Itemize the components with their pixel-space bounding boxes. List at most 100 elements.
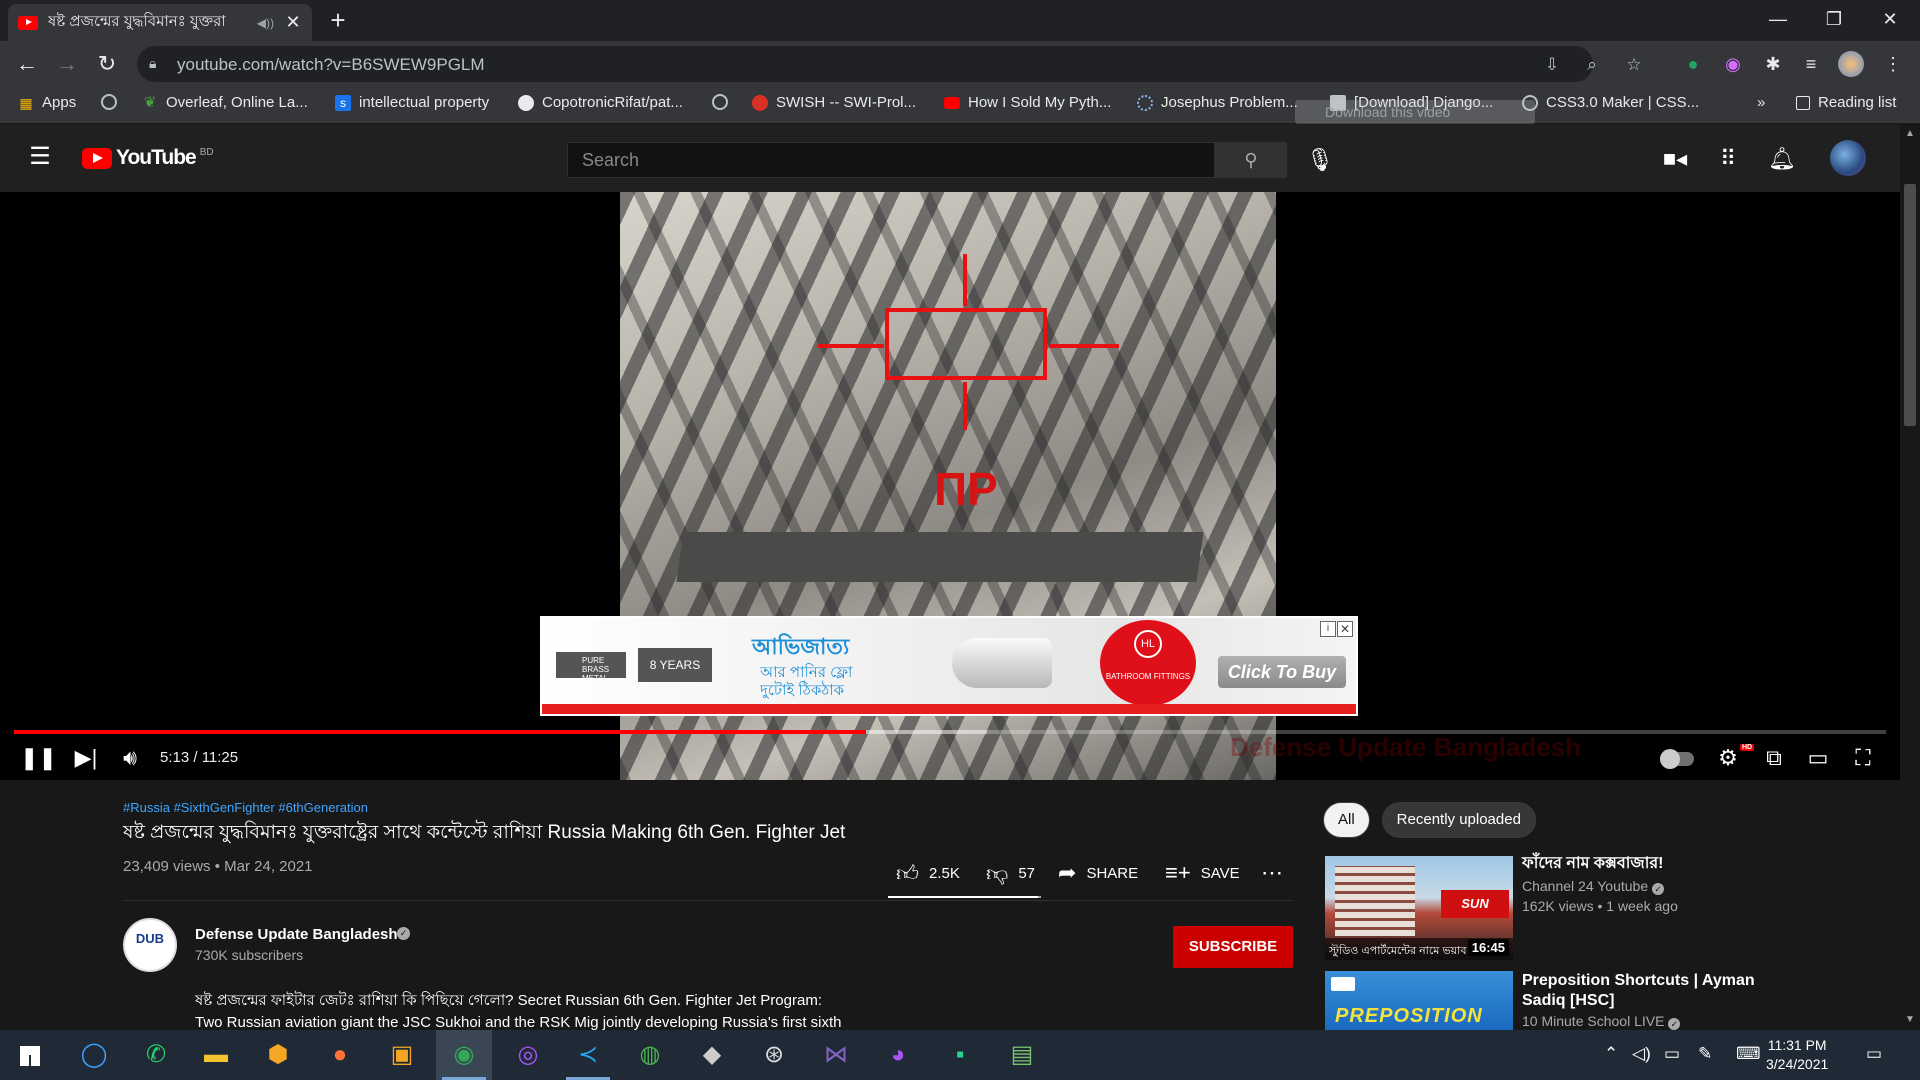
restore-button[interactable]: ❐ [1806, 0, 1862, 38]
notifications-bell-icon[interactable]: 🔔︎ [1767, 144, 1797, 174]
pause-icon[interactable]: ❚❚ [20, 740, 57, 776]
close-window-button[interactable]: ✕ [1862, 0, 1918, 38]
media-control-icon[interactable]: ≡ [1798, 51, 1824, 77]
recommendation-item[interactable]: SUN স্টুডিও এপার্টমেন্টের নামে ভয়াব 16:… [1325, 854, 1880, 960]
video-thumbnail[interactable]: SUN স্টুডিও এপার্টমেন্টের নামে ভয়াব 16:… [1325, 856, 1513, 960]
bookmark-github[interactable]: CopotronicRifat/pat... [518, 94, 683, 111]
video-thumbnail[interactable]: PREPOSITION [1325, 971, 1513, 1030]
anaconda-icon[interactable]: ⊛ [746, 1030, 802, 1080]
keyboard-tray-icon[interactable]: ⌨ [1736, 1044, 1761, 1064]
video-player[interactable]: ПР Defense Update Bangladesh PURE BRASS … [0, 192, 1900, 780]
grammarly-extension-icon[interactable]: ● [1680, 51, 1706, 77]
firefox-icon[interactable]: ● [312, 1030, 368, 1080]
bookmark-css3-maker[interactable]: CSS3.0 Maker | CSS... [1522, 94, 1699, 111]
overlay-ad[interactable]: PURE BRASS METAL 8 YEARS আভিজাত্য আর পান… [540, 616, 1358, 716]
bookmark-apps[interactable]: ▦ Apps [18, 94, 76, 111]
ad-click-to-buy-button[interactable]: Click To Buy [1218, 656, 1346, 688]
bookmark-overleaf[interactable]: ❦ Overleaf, Online La... [142, 94, 308, 111]
scrollbar-thumb[interactable] [1904, 184, 1916, 426]
theater-mode-icon[interactable]: ▭ [1800, 740, 1836, 776]
app-icon[interactable]: ◆ [684, 1030, 740, 1080]
video-hashtags[interactable]: #Russia #SixthGenFighter #6thGeneration [123, 800, 368, 815]
dislike-button[interactable]: 👎︎ 57 [986, 860, 1035, 887]
app-shield-icon[interactable]: ⬢ [250, 1030, 306, 1080]
next-video-icon[interactable]: ▶| [68, 740, 104, 776]
guide-menu-icon[interactable]: ☰ [26, 145, 54, 170]
bookmark-star-icon[interactable]: ☆ [1621, 52, 1647, 78]
account-avatar[interactable] [1830, 140, 1866, 176]
globe-app-icon[interactable]: ◍ [622, 1030, 678, 1080]
like-button[interactable]: 👍︎ 2.5K [896, 860, 960, 887]
bookmark-globe-2[interactable] [712, 94, 728, 110]
voice-search-mic-icon[interactable]: 🎙︎ [1300, 140, 1340, 180]
zoom-icon[interactable]: ⌕ [1579, 52, 1605, 78]
share-button[interactable]: ➦ SHARE [1058, 860, 1138, 886]
subscribe-button[interactable]: SUBSCRIBE [1173, 926, 1293, 968]
new-tab-button[interactable]: + [324, 6, 352, 34]
install-app-icon[interactable]: ⇩ [1539, 52, 1565, 78]
bookmark-swish[interactable]: SWISH -- SWI-Prol... [752, 94, 916, 111]
recommendation-channel[interactable]: 10 Minute School LIVE ✓ [1522, 1013, 1681, 1030]
menu-kebab-icon[interactable]: ⋮ [1880, 51, 1906, 77]
forward-arrow-icon[interactable]: → [52, 49, 82, 79]
extensions-puzzle-icon[interactable]: ✱ [1760, 51, 1786, 77]
audio-playing-icon[interactable]: ◀)) [257, 16, 274, 30]
scroll-down-arrow-icon[interactable]: ▼ [1905, 1014, 1915, 1025]
extension-icon[interactable]: ◉ [1720, 51, 1746, 77]
search-input[interactable] [568, 143, 1214, 177]
pen-tray-icon[interactable]: ✎ [1698, 1044, 1712, 1064]
reload-icon[interactable]: ↻ [92, 49, 122, 79]
progress-bar[interactable] [14, 730, 1886, 734]
ad-close-icon[interactable]: ✕ [1337, 621, 1353, 637]
save-button[interactable]: ≡+ SAVE [1165, 860, 1240, 886]
download-video-overlay[interactable]: Download this video [1295, 100, 1535, 124]
pycharm-icon[interactable]: ▪ [932, 1030, 988, 1080]
tab-close-icon[interactable]: ✕ [284, 12, 302, 33]
office-app-icon[interactable]: ▣ [374, 1030, 430, 1080]
scroll-up-arrow-icon[interactable]: ▲ [1905, 128, 1915, 139]
recommendation-title[interactable]: Preposition Shortcuts | Ayman Sadiq [HSC… [1522, 971, 1762, 1011]
system-clock[interactable]: 11:31 PM 3/24/2021 [1766, 1036, 1828, 1074]
volume-tray-icon[interactable]: ◁) [1632, 1044, 1651, 1064]
profile-avatar[interactable] [1838, 51, 1864, 77]
vscode-icon[interactable]: ≺ [560, 1030, 616, 1080]
cortana-search-icon[interactable]: ◯ [66, 1030, 122, 1080]
miniplayer-icon[interactable]: ⧉ [1756, 740, 1792, 776]
back-arrow-icon[interactable]: ← [12, 49, 42, 79]
autoplay-toggle[interactable] [1660, 749, 1694, 769]
recommendation-channel[interactable]: Channel 24 Youtube ✓ [1522, 878, 1665, 895]
bookmark-intellectual-property[interactable]: s intellectual property [335, 94, 489, 111]
apps-grid-icon[interactable]: ⠿ [1713, 144, 1743, 174]
bookmark-youtube-video[interactable]: How I Sold My Pyth... [944, 94, 1111, 111]
fullscreen-icon[interactable]: ⛶ [1845, 740, 1881, 776]
show-hidden-icons[interactable]: ⌃ [1604, 1044, 1618, 1064]
url-text[interactable]: youtube.com/watch?v=B6SWEW9PGLM [177, 55, 485, 75]
create-video-icon[interactable]: ■◂ [1660, 144, 1690, 174]
search-box[interactable] [567, 142, 1215, 178]
messenger-icon[interactable]: ◕ [870, 1030, 926, 1080]
browser-tab[interactable]: ষষ্ট প্রজন্মের যুদ্ধবিমানঃ যুক্তরা ◀)) ✕ [8, 4, 312, 41]
chrome-icon[interactable]: ◉ [436, 1030, 492, 1080]
bookmarks-overflow-button[interactable]: » [1757, 94, 1765, 111]
channel-avatar[interactable]: DUB [123, 918, 177, 972]
bookmark-josephus[interactable]: Josephus Problem... [1137, 94, 1298, 111]
minimize-button[interactable]: — [1750, 0, 1806, 38]
github-desktop-icon[interactable]: ◎ [500, 1030, 556, 1080]
channel-name[interactable]: Defense Update Bangladesh [195, 926, 398, 943]
reading-list-button[interactable]: Reading list [1796, 94, 1896, 111]
network-tray-icon[interactable]: ▭ [1664, 1044, 1680, 1064]
search-button[interactable]: ⚲ [1215, 142, 1287, 178]
volume-icon[interactable]: 🔊︎ [112, 740, 148, 776]
lock-icon[interactable]: 🔒︎ [149, 55, 156, 72]
page-scrollbar[interactable]: ▲ ▼ [1900, 124, 1920, 1030]
notifications-icon[interactable]: ▭ [1866, 1044, 1882, 1064]
bookmark-globe[interactable] [101, 94, 117, 110]
ad-info-icon[interactable]: i [1320, 621, 1336, 637]
more-actions-button[interactable]: ⋯ [1261, 860, 1283, 886]
chip-all[interactable]: All [1323, 802, 1370, 838]
recommendation-title[interactable]: ফাঁদের নাম কক্সবাজার! [1522, 854, 1762, 874]
spreadsheet-app-icon[interactable]: ▤ [994, 1030, 1050, 1080]
file-explorer-icon[interactable]: ▬ [188, 1030, 244, 1080]
youtube-logo[interactable]: YouTube BD [82, 146, 214, 170]
recommendation-item[interactable]: PREPOSITION Preposition Shortcuts | Ayma… [1325, 971, 1880, 1030]
